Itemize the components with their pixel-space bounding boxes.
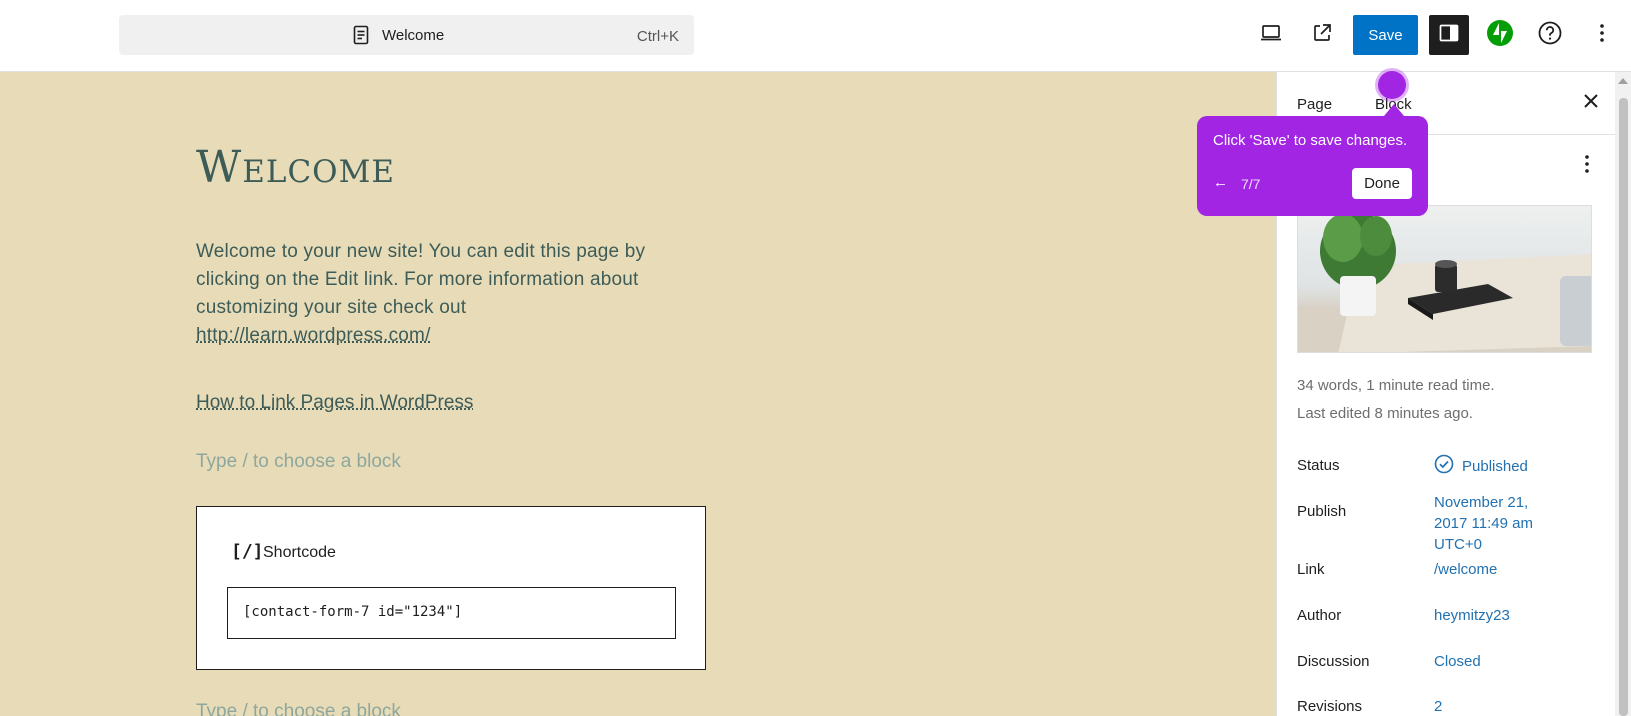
link-label: Link [1297,561,1325,578]
scroll-up-arrow-icon[interactable] [1618,78,1628,84]
revisions-value[interactable]: 2 [1434,696,1442,716]
shortcode-input[interactable]: [contact-form-7 id="1234"] [227,587,676,639]
last-edited-text: Last edited 8 minutes ago. [1297,405,1473,422]
document-icon [351,25,371,45]
editor-canvas: Welcome Welcome to your new site! You ca… [0,72,1276,716]
tour-step-counter: 7/7 [1241,176,1261,192]
author-label: Author [1297,607,1342,624]
view-page-button[interactable] [1304,17,1340,53]
sidebar-settings-icon [1437,21,1461,50]
shortcode-block[interactable]: [/] Shortcode [contact-form-7 id="1234"] [196,506,706,670]
command-shortcut-hint: Ctrl+K [636,28,679,45]
discussion-value[interactable]: Closed [1434,651,1481,672]
featured-image[interactable] [1297,205,1592,353]
more-vertical-icon [1575,152,1599,181]
tour-done-button[interactable]: Done [1352,168,1412,199]
paragraph-text: Welcome to your new site! You can edit t… [196,241,646,318]
revisions-label: Revisions [1297,698,1363,715]
how-to-link-pages-link[interactable]: How to Link Pages in WordPress [196,392,473,414]
preview-button[interactable] [1253,17,1289,53]
help-button[interactable] [1532,17,1568,53]
permalink-value[interactable]: /welcome [1434,559,1497,580]
tour-beacon [1378,71,1406,99]
save-button[interactable]: Save [1353,15,1418,55]
help-icon [1537,20,1563,51]
jetpack-icon [1486,19,1514,52]
author-value[interactable]: heymitzy23 [1434,605,1510,626]
arrow-left-icon[interactable]: ← [1213,174,1228,191]
editor-top-toolbar: Welcome Ctrl+K Save [0,0,1631,72]
publish-date-value[interactable]: November 21, 2017 11:49 am UTC+0 [1434,492,1564,555]
close-icon [1583,93,1599,114]
paragraph-block[interactable]: Welcome to your new site! You can edit t… [196,238,686,350]
shortcode-icon: [/] [231,541,264,562]
discussion-label: Discussion [1297,653,1370,670]
status-label: Status [1297,457,1340,474]
status-value[interactable]: Published [1434,454,1528,480]
page-options-button[interactable] [1575,154,1599,178]
command-palette-button[interactable]: Welcome Ctrl+K [119,15,694,55]
close-sidebar-button[interactable] [1580,92,1602,114]
shortcode-block-label: Shortcode [263,544,336,561]
document-title: Welcome [382,27,445,44]
block-appender-placeholder[interactable]: Type / to choose a block [196,701,401,716]
desktop-preview-icon [1259,21,1283,50]
scrollbar-thumb[interactable] [1619,98,1628,716]
tour-popover: Click 'Save' to save changes. ← 7/7 Done [1197,116,1428,216]
options-menu-button[interactable] [1584,17,1620,53]
tour-popover-arrow [1384,104,1404,116]
settings-toggle-button[interactable] [1429,15,1469,55]
more-vertical-icon [1590,21,1614,50]
tab-page[interactable]: Page [1297,96,1332,113]
status-value-text: Published [1462,457,1528,475]
published-check-icon [1434,454,1454,480]
publish-label: Publish [1297,503,1347,520]
learn-wordpress-link[interactable]: http://learn.wordpress.com/ [196,325,431,346]
jetpack-button[interactable] [1482,17,1518,53]
tour-message: Click 'Save' to save changes. [1213,132,1408,149]
block-appender-placeholder[interactable]: Type / to choose a block [196,451,401,473]
external-link-icon [1310,21,1334,50]
page-title-block[interactable]: Welcome [196,142,395,193]
word-count-stats: 34 words, 1 minute read time. [1297,377,1495,394]
